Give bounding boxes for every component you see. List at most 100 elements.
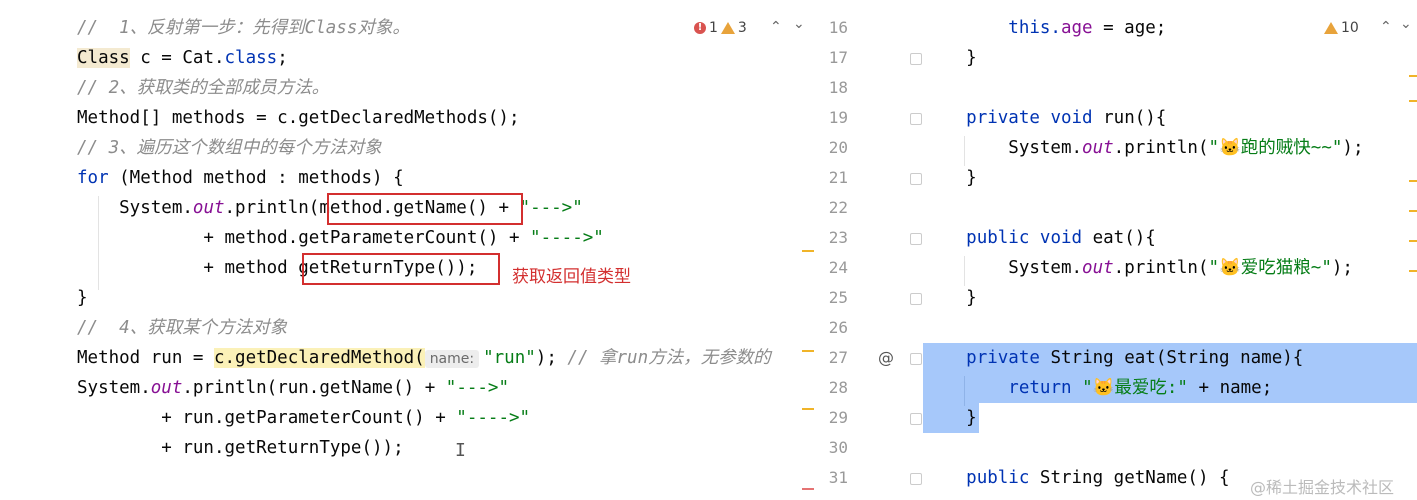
keyword: this.: [924, 18, 1061, 38]
annotation-label: 获取返回值类型: [512, 267, 631, 287]
previous-highlight-icon[interactable]: ⌃: [1380, 19, 1392, 35]
right-code-line-20[interactable]: System.out.println("🐱跑的贼快~~");: [924, 133, 1363, 163]
fold-marker-icon[interactable]: [910, 473, 922, 485]
static-field: out: [150, 378, 183, 398]
highlight-box-getname: [327, 193, 523, 225]
left-editor-pane[interactable]: // 1、反射第一步：先得到Class对象。 Class c = Cat.cla…: [0, 0, 818, 500]
watermark: @稀土掘金技术社区: [1250, 478, 1395, 497]
comment: // 3、遍历这个数组中的每个方法对象: [77, 138, 382, 158]
right-scrollbar[interactable]: [1409, 0, 1417, 500]
line-number: 18: [828, 78, 848, 97]
method-usage-icon[interactable]: @: [878, 348, 894, 367]
fold-marker-icon[interactable]: [910, 53, 922, 65]
code-line-10[interactable]: }: [77, 283, 88, 313]
field: age: [1060, 18, 1093, 38]
right-editor-pane[interactable]: 16 17 18 19 20 21 22 23 24 25 26 27 28 29 30 31 this.ag…: [818, 0, 1417, 500]
right-code-line-23[interactable]: public void eat(){: [924, 223, 1156, 253]
line-number: 20: [828, 138, 848, 157]
code-text: }: [77, 288, 88, 308]
code-text: + run.getParameterCount() +: [77, 408, 457, 428]
line-number: 27: [828, 348, 848, 367]
keyword: class: [224, 48, 278, 68]
code-text: eat(){: [1082, 228, 1156, 248]
string-literal: "--->": [519, 198, 583, 218]
right-code-line-27[interactable]: private String eat(String name){: [924, 343, 1303, 373]
right-code-line-19[interactable]: private void run(){: [924, 103, 1166, 133]
warning-count: 3: [737, 20, 747, 36]
string-literal: "🐱跑的贼快~~": [1208, 138, 1343, 158]
code-line-14[interactable]: + run.getParameterCount() + "---->": [77, 403, 530, 433]
code-text: );: [1331, 258, 1353, 278]
code-line-13[interactable]: System.out.println(run.getName() + "--->…: [77, 373, 509, 403]
code-line-6[interactable]: for (Method method : methods) {: [77, 163, 404, 193]
code-line-3[interactable]: // 2、获取类的全部成员方法。: [77, 73, 329, 103]
class-type: Class: [77, 48, 130, 68]
right-code-line-31[interactable]: public String getName() {: [924, 463, 1229, 493]
string-literal: "---->": [456, 408, 531, 428]
keyword: for: [77, 168, 109, 188]
string-literal: "---->": [530, 228, 604, 248]
code-line-11[interactable]: // 4、获取某个方法对象: [77, 313, 287, 343]
inspection-status[interactable]: 10: [1324, 20, 1359, 36]
code-text: System.: [924, 258, 1083, 278]
code-line-15[interactable]: + run.getReturnType());: [77, 433, 404, 463]
previous-highlight-icon[interactable]: ⌃: [770, 19, 782, 35]
code-line-5[interactable]: // 3、遍历这个数组中的每个方法对象: [77, 133, 382, 163]
code-text: }: [924, 408, 977, 428]
code-text: .println(: [1113, 138, 1209, 158]
code-text: System.: [77, 198, 193, 218]
line-number: 22: [828, 198, 848, 217]
left-scrollbar[interactable]: [802, 0, 814, 500]
line-number: 28: [828, 378, 848, 397]
highlight-box-getreturntype: [302, 253, 500, 285]
right-code-line-24[interactable]: System.out.println("🐱爱吃猫粮~");: [924, 253, 1353, 283]
string-literal: "run": [483, 348, 536, 368]
line-number: 23: [828, 228, 848, 247]
comment: // 1、反射第一步：先得到Class对象。: [77, 18, 410, 38]
keyword: private: [966, 348, 1040, 368]
code-text: System.: [924, 138, 1083, 158]
right-code-line-16[interactable]: this.age = age;: [924, 13, 1166, 43]
right-code-line-25[interactable]: }: [924, 283, 977, 313]
line-number: 31: [828, 468, 848, 487]
method-call: c.getDeclaredMethod(: [213, 348, 425, 368]
code-text: .println(run.getName() +: [182, 378, 446, 398]
line-number: 30: [828, 438, 848, 457]
line-number: 17: [828, 48, 848, 67]
fold-marker-icon[interactable]: [910, 353, 922, 365]
code-line-12[interactable]: Method run = c.getDeclaredMethod(name: "r…: [77, 343, 771, 373]
right-code-line-29[interactable]: }: [924, 403, 977, 433]
code-text: Method run =: [77, 348, 214, 368]
warning-icon: [720, 22, 735, 34]
string-literal: "--->": [445, 378, 509, 398]
keyword: return: [1008, 378, 1072, 398]
code-text: run(){: [1092, 108, 1167, 128]
fold-marker-icon[interactable]: [910, 293, 922, 305]
code-text: String eat(String name){: [1039, 348, 1304, 368]
code-line-8[interactable]: + method.getParameterCount() + "---->": [77, 223, 604, 253]
fold-marker-icon[interactable]: [910, 113, 922, 125]
code-text: = age;: [1092, 18, 1167, 38]
fold-marker-icon[interactable]: [910, 413, 922, 425]
code-text: + run.getReturnType());: [77, 438, 404, 458]
code-line-4[interactable]: Method[] methods = c.getDeclaredMethods(…: [77, 103, 520, 133]
code-text: (Method method : methods) {: [108, 168, 404, 188]
warning-count: 10: [1341, 20, 1359, 36]
code-line-1[interactable]: // 1、反射第一步：先得到Class对象。: [77, 13, 410, 43]
code-text: ;: [277, 48, 288, 68]
comment: // 拿run方法，无参数的: [567, 348, 771, 368]
static-field: out: [1082, 258, 1114, 278]
right-code-line-28[interactable]: return "🐱最爱吃:" + name;: [924, 373, 1272, 403]
code-text: Method[] methods = c.getDeclaredMethods(…: [77, 108, 520, 128]
code-line-2[interactable]: Class c = Cat.class;: [77, 43, 288, 73]
keyword: private void: [966, 108, 1093, 128]
inspection-status[interactable]: ! 1 3: [694, 20, 747, 36]
right-code-line-21[interactable]: }: [924, 163, 977, 193]
fold-marker-icon[interactable]: [910, 233, 922, 245]
right-code-line-17[interactable]: }: [924, 43, 977, 73]
fold-marker-icon[interactable]: [910, 173, 922, 185]
line-number: 21: [828, 168, 848, 187]
static-field: out: [192, 198, 225, 218]
